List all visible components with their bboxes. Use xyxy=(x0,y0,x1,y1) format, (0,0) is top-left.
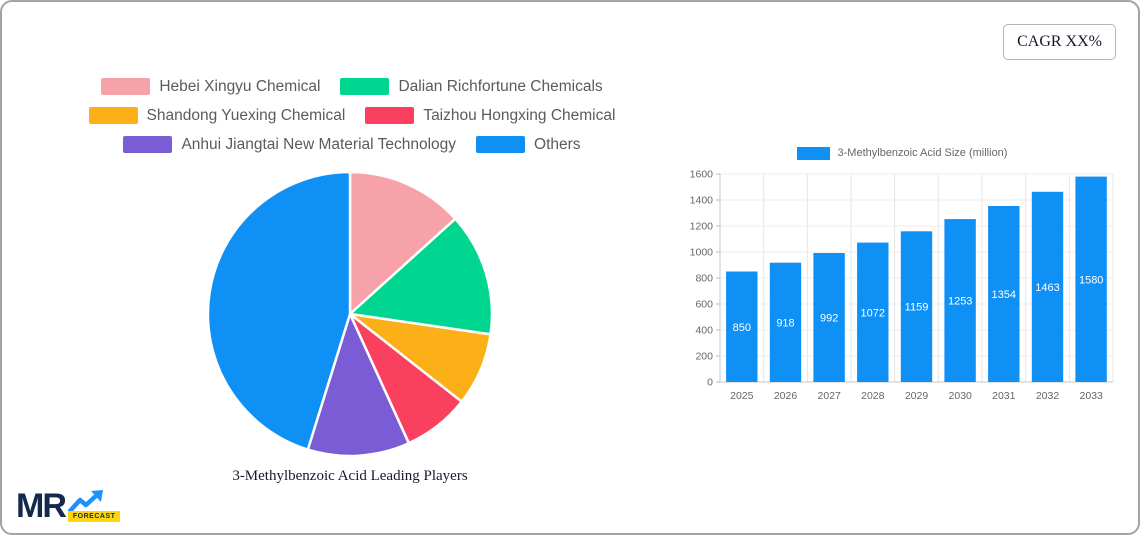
bar-value-label: 1463 xyxy=(1035,282,1059,294)
pie-legend-row: Anhui Jiangtai New Material Technology O… xyxy=(72,130,632,159)
bar-legend-swatch xyxy=(796,146,830,160)
y-tick-label: 1600 xyxy=(690,169,714,181)
y-tick-label: 200 xyxy=(695,351,713,363)
legend-item-anhui-jiangtai-new-material-technology[interactable]: Anhui Jiangtai New Material Technology xyxy=(123,136,456,154)
x-category-label: 2032 xyxy=(1036,390,1060,402)
pie-legend: Hebei Xingyu Chemical Dalian Richfortune… xyxy=(72,72,632,159)
legend-label: Taizhou Hongxing Chemical xyxy=(423,106,616,124)
legend-label: Dalian Richfortune Chemicals xyxy=(398,77,603,95)
legend-item-hebei-xingyu-chemical[interactable]: Hebei Xingyu Chemical xyxy=(101,78,320,96)
x-category-label: 2030 xyxy=(949,390,973,402)
y-tick-label: 600 xyxy=(695,299,713,311)
pie-legend-row: Hebei Xingyu Chemical Dalian Richfortune… xyxy=(72,72,632,101)
brand-logo: MR FORECAST xyxy=(16,487,121,525)
cagr-badge[interactable]: CAGR XX% xyxy=(1003,24,1116,60)
logo-forecast-badge: FORECAST xyxy=(67,511,121,522)
bar-value-label: 1159 xyxy=(905,302,929,314)
report-canvas: CAGR XX% Hebei Xingyu Chemical Dalian Ri… xyxy=(0,0,1140,535)
legend-item-others[interactable]: Others xyxy=(476,136,581,154)
bar-value-label: 992 xyxy=(820,313,838,325)
y-tick-label: 800 xyxy=(695,273,713,285)
bar-value-label: 850 xyxy=(733,322,751,334)
legend-item-taizhou-hongxing-chemical[interactable]: Taizhou Hongxing Chemical xyxy=(365,107,615,125)
legend-label: Anhui Jiangtai New Material Technology xyxy=(181,135,457,153)
bar-legend-item[interactable]: 3-Methylbenzoic Acid Size (million) xyxy=(686,144,1118,162)
x-category-label: 2025 xyxy=(730,390,754,402)
bar-value-label: 1253 xyxy=(948,296,972,308)
y-tick-label: 0 xyxy=(707,377,713,389)
y-tick-label: 1000 xyxy=(690,247,714,259)
pie-chart-title: 3-Methylbenzoic Acid Leading Players xyxy=(232,468,468,484)
legend-swatch-pink xyxy=(101,78,151,95)
legend-item-shandong-yuexing-chemical[interactable]: Shandong Yuexing Chemical xyxy=(88,106,346,125)
bar-value-label: 1354 xyxy=(992,289,1016,301)
x-category-label: 2027 xyxy=(818,390,842,402)
bar-value-label: 1072 xyxy=(861,307,885,319)
legend-label: Hebei Xingyu Chemical xyxy=(159,77,321,95)
bar-chart-panel: 3-Methylbenzoic Acid Size (million) 0 200… xyxy=(686,144,1118,407)
legend-swatch-blue xyxy=(476,136,526,153)
x-category-label: 2029 xyxy=(905,390,929,402)
pie-legend-row: Shandong Yuexing Chemical Taizhou Hongxi… xyxy=(72,101,632,130)
logo-mr-text: MR xyxy=(16,487,67,525)
x-category-label: 2031 xyxy=(992,390,1016,402)
bar-value-label: 1580 xyxy=(1079,274,1103,286)
legend-label: Others xyxy=(534,135,581,153)
legend-label: Shandong Yuexing Chemical xyxy=(146,106,346,124)
bar-value-label: 918 xyxy=(776,317,794,329)
legend-swatch-orange xyxy=(88,107,138,124)
y-tick-label: 1400 xyxy=(690,195,714,207)
pie-chart xyxy=(206,170,494,458)
bar-chart: 0 200 400 600 800 1000 1200 1400 1600 850 2025 918 2… xyxy=(690,169,1114,402)
y-tick-label: 400 xyxy=(695,325,713,337)
logo-right-block: FORECAST xyxy=(67,490,121,522)
x-category-label: 2028 xyxy=(861,390,885,402)
bar-legend-label: 3-Methylbenzoic Acid Size (million) xyxy=(837,147,1008,159)
y-tick-label: 1200 xyxy=(690,221,714,233)
legend-swatch-purple xyxy=(123,136,173,153)
legend-item-dalian-richfortune-chemicals[interactable]: Dalian Richfortune Chemicals xyxy=(340,77,603,96)
legend-swatch-green xyxy=(340,78,390,95)
legend-swatch-red xyxy=(365,107,415,124)
x-category-label: 2026 xyxy=(774,390,798,402)
x-category-label: 2033 xyxy=(1080,390,1104,402)
